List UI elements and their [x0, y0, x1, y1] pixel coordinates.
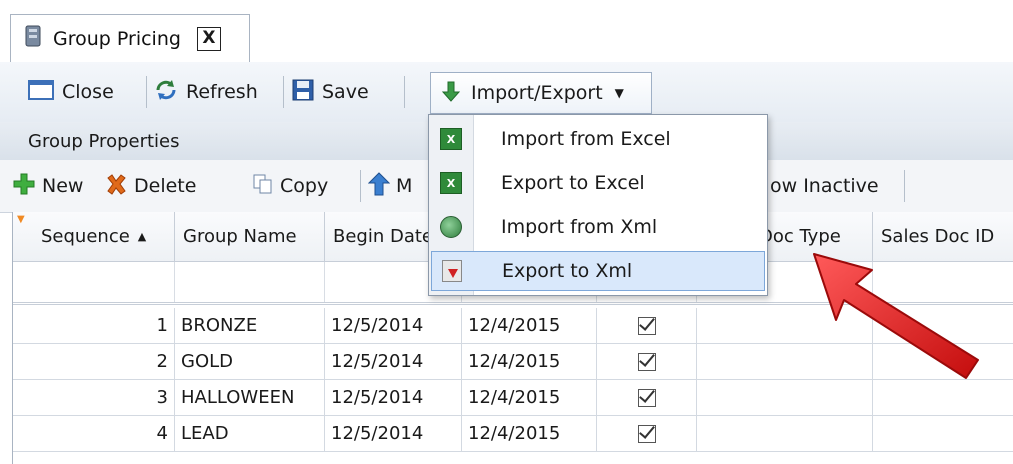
menu-item-label: Export to Excel — [501, 172, 645, 194]
copy-label: Copy — [280, 175, 329, 197]
checkbox[interactable] — [637, 352, 656, 371]
cell-end-date: 12/4/2015 — [462, 344, 597, 380]
column-label: Sequence — [41, 226, 130, 247]
column-label: Doc Type — [759, 226, 841, 247]
cell-group-name: HALLOWEEN — [175, 380, 325, 416]
cell-end-date: 12/4/2015 — [462, 308, 597, 344]
cell-end-date: 12/4/2015 — [462, 416, 597, 452]
menu-item-label: Import from Xml — [501, 216, 658, 238]
import-export-menu: X Import from Excel X Export to Excel Im… — [428, 114, 768, 296]
database-icon — [23, 23, 43, 54]
column-header-group-name[interactable]: Group Name — [175, 212, 325, 262]
cell-end-date: 12/4/2015 — [462, 380, 597, 416]
annotation-arrow-icon — [810, 250, 990, 395]
cell-active — [597, 416, 697, 452]
menu-item-label: Import from Excel — [501, 128, 671, 150]
tab-close-icon[interactable]: X — [196, 26, 221, 51]
checkbox[interactable] — [637, 316, 656, 335]
cell-doc-type — [697, 416, 873, 452]
menu-item-export-to-xml[interactable]: Export to Xml — [431, 251, 765, 291]
chevron-down-icon: ▼ — [614, 86, 624, 100]
menu-item-import-from-xml[interactable]: Import from Xml — [431, 207, 765, 247]
column-label: Sales Doc ID — [881, 226, 995, 247]
save-label: Save — [322, 81, 369, 103]
filter-corner-icon: ▼ — [17, 214, 25, 225]
import-export-label: Import/Export — [471, 82, 603, 104]
new-label: New — [42, 175, 84, 197]
cell-group-name: BRONZE — [175, 308, 325, 344]
cell-sales-doc-id — [873, 416, 1013, 452]
sort-ascending-icon: ▲ — [137, 230, 147, 243]
checkbox[interactable] — [637, 424, 656, 443]
checkbox[interactable] — [637, 388, 656, 407]
menu-item-export-to-excel[interactable]: X Export to Excel — [431, 163, 765, 203]
arrow-up-icon — [367, 171, 391, 201]
cell-active — [597, 308, 697, 344]
show-inactive-button[interactable]: ow Inactive — [770, 160, 879, 212]
excel-icon: X — [431, 128, 471, 150]
column-label: Begin Date — [333, 226, 434, 247]
xml-import-icon — [431, 216, 471, 238]
cell-sequence: 2 — [13, 344, 175, 380]
import-export-icon — [439, 79, 463, 108]
copy-button[interactable]: Copy — [252, 160, 328, 212]
cell-sequence: 4 — [13, 416, 175, 452]
refresh-button[interactable]: Refresh — [154, 62, 258, 122]
tab-strip: Group Pricing X — [0, 0, 1013, 63]
move-label: M — [396, 175, 413, 197]
cell-begin-date: 12/5/2014 — [325, 308, 462, 344]
cell-active — [597, 344, 697, 380]
tab-title: Group Pricing — [53, 27, 181, 50]
column-label: Group Name — [183, 226, 297, 247]
cell-active — [597, 380, 697, 416]
cell-begin-date: 12/5/2014 — [325, 380, 462, 416]
filter-cell[interactable] — [175, 262, 325, 302]
refresh-icon — [154, 78, 178, 107]
delete-icon — [104, 172, 128, 201]
cell-sequence: 3 — [13, 380, 175, 416]
excel-icon: X — [431, 172, 471, 194]
close-button[interactable]: Close — [28, 62, 114, 122]
new-button[interactable]: New — [12, 160, 83, 212]
window-close-icon — [28, 79, 54, 106]
column-header-sequence[interactable]: ▼ Sequence ▲ — [13, 212, 175, 262]
cell-sequence: 1 — [13, 308, 175, 344]
save-icon — [292, 79, 314, 106]
save-button[interactable]: Save — [292, 62, 369, 122]
xml-export-icon — [432, 260, 472, 282]
cell-group-name: LEAD — [175, 416, 325, 452]
refresh-label: Refresh — [186, 81, 258, 103]
close-label: Close — [62, 81, 114, 103]
delete-button[interactable]: Delete — [104, 160, 196, 212]
cell-group-name: GOLD — [175, 344, 325, 380]
group-properties-title: Group Properties — [28, 130, 180, 152]
filter-cell[interactable] — [13, 262, 175, 302]
move-button[interactable]: M — [367, 160, 413, 212]
show-inactive-label: ow Inactive — [770, 175, 879, 197]
menu-item-import-from-excel[interactable]: X Import from Excel — [431, 119, 765, 159]
import-export-button[interactable]: Import/Export ▼ — [430, 72, 652, 114]
delete-label: Delete — [134, 175, 197, 197]
tab-group-pricing[interactable]: Group Pricing X — [10, 14, 250, 62]
cell-begin-date: 12/5/2014 — [325, 416, 462, 452]
plus-icon — [12, 172, 36, 201]
table-row[interactable]: 4 LEAD 12/5/2014 12/4/2015 — [13, 416, 1013, 452]
copy-icon — [252, 173, 274, 200]
cell-begin-date: 12/5/2014 — [325, 344, 462, 380]
menu-item-label: Export to Xml — [502, 260, 633, 282]
